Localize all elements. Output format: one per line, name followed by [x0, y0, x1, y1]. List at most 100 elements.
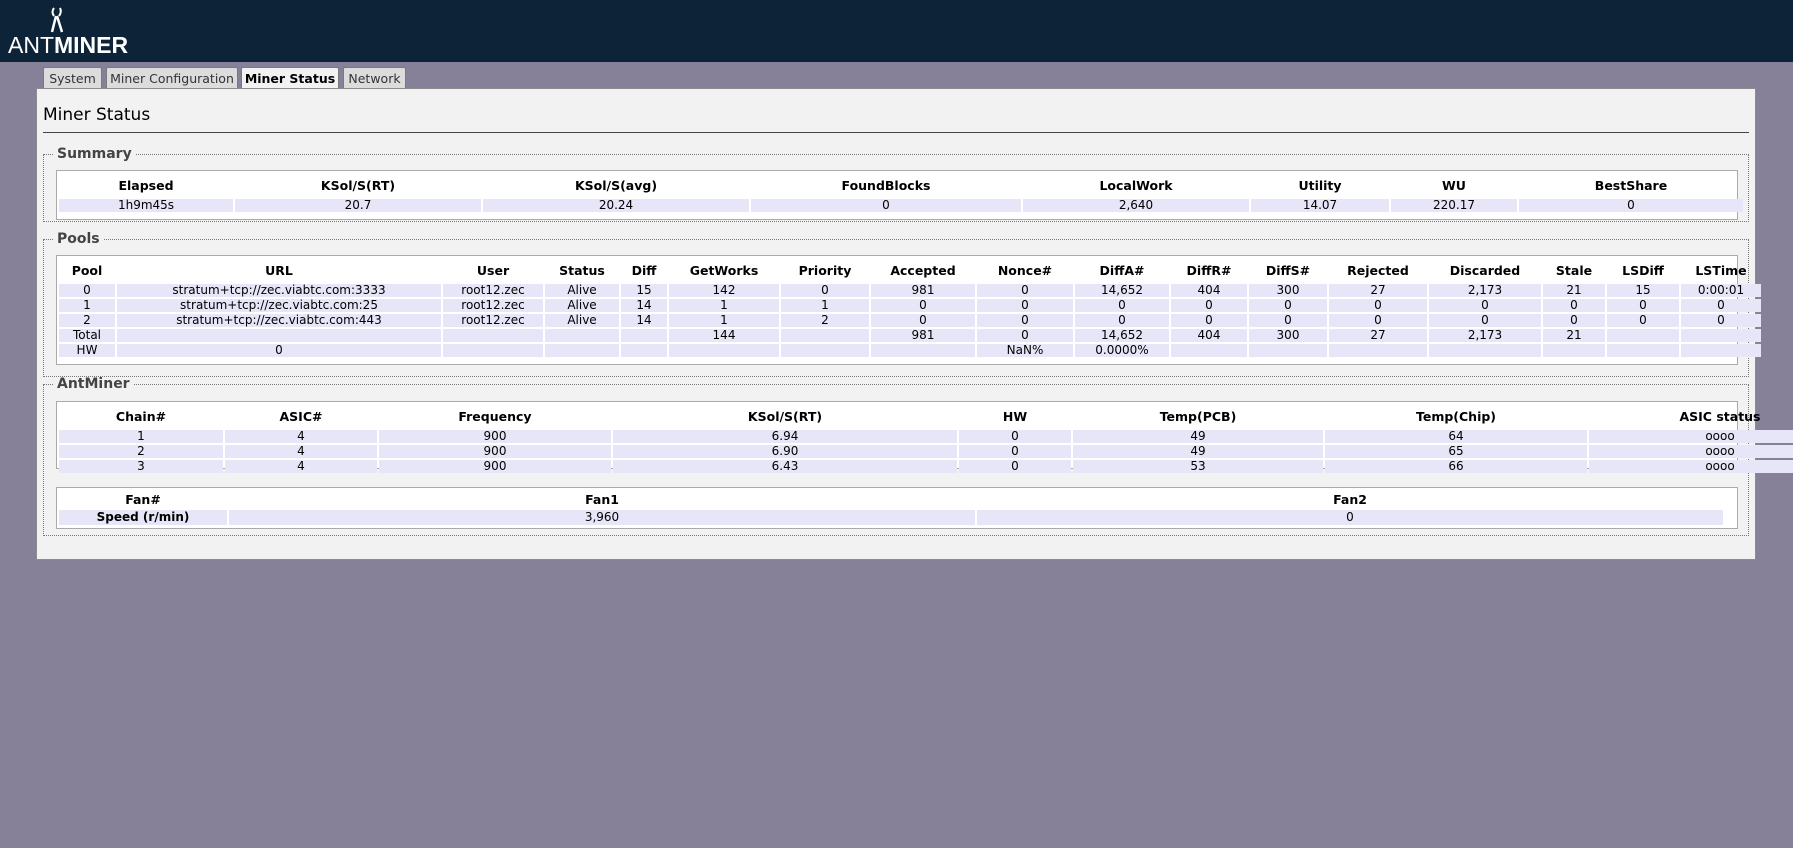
- pools-cell: Alive: [545, 284, 619, 297]
- fans-speed-row: Speed (r/min) 3,960 0: [59, 510, 1723, 525]
- fans-row-label: Speed (r/min): [59, 510, 227, 525]
- main-content: Miner Status Summary Elapsed KSol/S(RT) …: [36, 88, 1793, 560]
- pools-row: 1 stratum+tcp://zec.viabtc.com:25 root12.z…: [59, 299, 1761, 312]
- chains-row: 3 4 900 6.43 0 53 66 oooo: [59, 460, 1793, 473]
- summary-legend: Summary: [57, 146, 132, 162]
- pools-cell: [1249, 344, 1327, 357]
- chains-cell: 0: [959, 445, 1071, 458]
- pools-cell: 27: [1329, 329, 1427, 342]
- fans-table: Fan# Fan1 Fan2 Speed (r/min) 3,960 0: [57, 488, 1725, 527]
- chains-cell: 900: [379, 445, 611, 458]
- chains-cell: 4: [225, 430, 377, 443]
- chains-cell: 4: [225, 445, 377, 458]
- chains-table: Chain# ASIC# Frequency KSol/S(RT) HW Temp(PCB…: [57, 402, 1793, 475]
- pools-header: LSDiff: [1622, 262, 1664, 278]
- fans-header: Fan2: [1333, 491, 1367, 507]
- summary-header-row: Elapsed KSol/S(RT) KSol/S(avg) FoundBloc…: [59, 173, 1743, 197]
- pools-cell: 15: [621, 284, 667, 297]
- pools-cell: 0: [1171, 299, 1247, 312]
- summary-cell: 20.24: [483, 199, 749, 212]
- pools-header: Rejected: [1347, 262, 1409, 278]
- chains-header: HW: [1002, 408, 1028, 424]
- summary-header: BestShare: [1594, 177, 1668, 193]
- chains-cell: 6.43: [613, 460, 957, 473]
- pools-table-box: Pool URL User Status Diff GetWorks Priority Acc…: [56, 255, 1761, 365]
- chains-cell: 900: [379, 460, 611, 473]
- pools-cell: [1329, 344, 1427, 357]
- pools-cell: 0:00:01: [1681, 284, 1761, 297]
- summary-header: KSol/S(RT): [320, 177, 396, 193]
- pools-cell: 0: [117, 344, 441, 357]
- chains-cell: oooo: [1589, 460, 1793, 473]
- chains-header: KSol/S(RT): [747, 408, 823, 424]
- pools-header: Nonce#: [997, 262, 1053, 278]
- chains-cell: 6.90: [613, 445, 957, 458]
- pools-header: LSTime: [1695, 262, 1747, 278]
- chains-table-box: Chain# ASIC# Frequency KSol/S(RT) HW Temp(PCB…: [56, 401, 1793, 473]
- pools-header: Stale: [1555, 262, 1593, 278]
- chains-header: Chain#: [115, 408, 167, 424]
- pools-cell: 0: [977, 329, 1073, 342]
- pools-cell: 0: [1075, 314, 1169, 327]
- pools-cell: 0: [1249, 314, 1327, 327]
- pools-cell: [781, 329, 869, 342]
- chains-cell: 66: [1325, 460, 1587, 473]
- summary-cell: 20.7: [235, 199, 481, 212]
- fan2-speed: 0: [977, 510, 1723, 525]
- chains-cell: 900: [379, 430, 611, 443]
- pools-cell: 0: [1429, 314, 1541, 327]
- pools-header: Priority: [798, 262, 852, 278]
- pools-legend: Pools: [57, 231, 100, 247]
- pools-cell: [871, 344, 975, 357]
- pools-cell: 981: [871, 284, 975, 297]
- pools-row: Total 144 981 0 14,652 404 300 27 2,173 21: [59, 329, 1761, 342]
- pools-cell: 404: [1171, 329, 1247, 342]
- pools-cell: Alive: [545, 314, 619, 327]
- pools-cell: 27: [1329, 284, 1427, 297]
- tab-miner-configuration[interactable]: Miner Configuration: [106, 67, 238, 89]
- pools-cell: 300: [1249, 329, 1327, 342]
- chains-cell: 65: [1325, 445, 1587, 458]
- pools-cell: [621, 329, 667, 342]
- pools-header: Diff: [631, 262, 657, 278]
- logo-suffix: MINER: [54, 32, 129, 58]
- pools-cell: 0.0000%: [1075, 344, 1169, 357]
- chains-cell: 49: [1073, 445, 1323, 458]
- chains-cell: oooo: [1589, 430, 1793, 443]
- chains-cell: oooo: [1589, 445, 1793, 458]
- pools-cell: 0: [1543, 299, 1605, 312]
- tab-system[interactable]: System: [43, 67, 102, 89]
- pools-cell: root12.zec: [443, 314, 543, 327]
- pools-cell: 0: [1075, 299, 1169, 312]
- pools-cell: stratum+tcp://zec.viabtc.com:443: [117, 314, 441, 327]
- pools-cell: 0: [1607, 314, 1679, 327]
- chains-header-row: Chain# ASIC# Frequency KSol/S(RT) HW Temp(PCB…: [59, 404, 1793, 428]
- pools-cell: [117, 329, 441, 342]
- pools-cell: HW: [59, 344, 115, 357]
- chains-row: 2 4 900 6.90 0 49 65 oooo: [59, 445, 1793, 458]
- summary-table: Elapsed KSol/S(RT) KSol/S(avg) FoundBloc…: [57, 171, 1745, 214]
- tab-miner-status[interactable]: Miner Status: [241, 67, 339, 90]
- pools-cell: [443, 344, 543, 357]
- tab-network[interactable]: Network: [343, 67, 406, 89]
- pools-cell: 14,652: [1075, 284, 1169, 297]
- summary-header: FoundBlocks: [841, 177, 931, 193]
- pools-row: HW 0 NaN% 0.0000%: [59, 344, 1761, 357]
- pools-cell: 2,173: [1429, 329, 1541, 342]
- page-title: Miner Status: [43, 105, 151, 125]
- chains-header: ASIC#: [279, 408, 323, 424]
- fan1-speed: 3,960: [229, 510, 975, 525]
- pools-cell: 144: [669, 329, 779, 342]
- pools-row: 2 stratum+tcp://zec.viabtc.com:443 root12.…: [59, 314, 1761, 327]
- summary-header: KSol/S(avg): [574, 177, 658, 193]
- summary-header: LocalWork: [1099, 177, 1173, 193]
- pools-cell: 0: [871, 299, 975, 312]
- pools-cell: 21: [1543, 329, 1605, 342]
- top-header: ANTMINER: [0, 0, 1793, 62]
- ant-logo-icon: [50, 7, 64, 33]
- antminer-logo[interactable]: ANTMINER: [8, 6, 128, 58]
- chains-cell: 6.94: [613, 430, 957, 443]
- pools-header: URL: [265, 262, 293, 278]
- pools-header: Discarded: [1449, 262, 1521, 278]
- pools-cell: 0: [1607, 299, 1679, 312]
